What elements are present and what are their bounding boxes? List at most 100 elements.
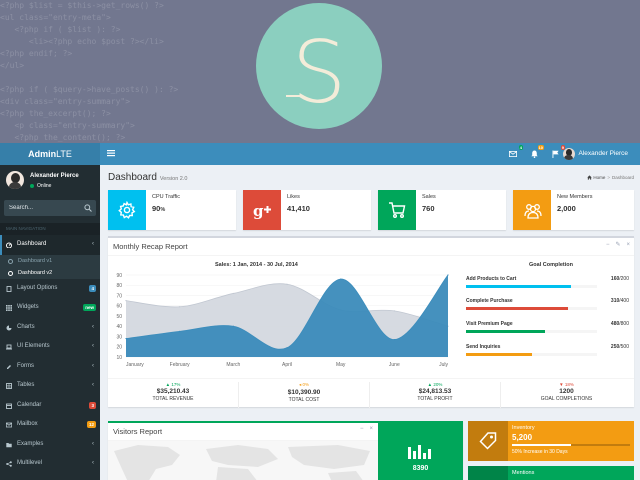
menu-badge: 4 (89, 284, 96, 292)
stat-percentage: ▲ 17% (165, 382, 181, 387)
notifications-button[interactable]: 10 (528, 145, 544, 160)
share-icon (6, 461, 12, 467)
top-navbar: AdminLTE 4 10 9 Alexander Pierce (0, 143, 640, 165)
sales-area-chart: 10 20 30 40 50 60 70 80 90 January February March Ap… (116, 273, 449, 368)
code-line: <?php $list = $this->get_rows() ?> (0, 1, 164, 10)
code-line: <?php the_content(); ?> (0, 133, 126, 142)
sidebar-item-charts[interactable]: Charts ‹ (0, 318, 100, 338)
sidebar-item-calendar[interactable]: Calendar 3 (0, 396, 100, 416)
sidebar-user-name: Alexander Pierce (30, 173, 79, 179)
brand-bold: Admin (28, 149, 57, 159)
sidebar-item-examples[interactable]: Examples ‹ (0, 435, 100, 455)
envelope-icon (6, 422, 12, 428)
x-tick-label: May (336, 362, 346, 368)
avatar (6, 171, 24, 189)
sidebar-item-label: Examples (17, 440, 44, 447)
hamburger-icon (107, 150, 115, 157)
stat-percentage: ▲ 20% (427, 382, 443, 387)
edit-icon (7, 364, 11, 369)
pie-chart-icon (6, 325, 12, 330)
google-plus-icon: g (253, 202, 271, 219)
sidebar-item-widgets[interactable]: Widgets new (0, 298, 100, 318)
page-title: Dashboard Version 2.0 (108, 172, 187, 183)
sidebar-item-ui-elements[interactable]: UI Elements ‹ (0, 337, 100, 357)
series-2-point (393, 338, 395, 341)
stat-amount: 1200 (559, 388, 574, 395)
sidebar-item-forms[interactable]: Forms ‹ (0, 357, 100, 377)
stat-total-revenue: ▲ 17% $35,210.43 TOTAL REVENUE (108, 382, 239, 408)
th-icon (6, 305, 12, 311)
sidebar-item-label: Forms (17, 362, 34, 369)
page-title-text: Dashboard (108, 172, 157, 183)
code-line: </ul> (0, 61, 25, 70)
sidebar-item-mailbox[interactable]: Mailbox 12 (0, 415, 100, 435)
goal-completion-title: Goal Completion (529, 262, 573, 268)
sidebar-item-label: Multilevel (17, 460, 43, 466)
hero-banner: <?php $list = $this->get_rows() ?> <ul cl… (0, 0, 640, 143)
stat-goal-completions: ▼ 18% 1200 GOAL COMPLETIONS (501, 382, 632, 408)
close-icon[interactable]: × (369, 426, 373, 432)
goal-progress-fill (466, 353, 532, 356)
stat-total-cost: ◂ 0% $10,390.90 TOTAL COST (239, 382, 370, 408)
home-icon (587, 175, 592, 180)
collapse-icon[interactable]: − (606, 242, 610, 248)
sidebar-subitem-dashboard-v1[interactable]: Dashboard v1 (0, 255, 100, 267)
goal-progress-fill (466, 285, 571, 288)
sidebar-item-dashboard[interactable]: Dashboard ‹ (0, 235, 100, 255)
code-line: <p class="entry-summary"> (0, 121, 135, 130)
wrench-icon[interactable]: ✎ (615, 242, 620, 248)
chevron-left-icon: ‹ (92, 241, 94, 247)
laptop-icon (6, 344, 12, 350)
chevron-left-icon: ‹ (92, 382, 94, 388)
gear-icon (118, 201, 136, 219)
info-box-cpu: CPU Traffic 90% (108, 190, 236, 230)
y-tick-label: 10 (116, 355, 122, 361)
user-status: Online (30, 183, 51, 189)
series-2-point (125, 337, 127, 340)
chevron-left-icon: ‹ (92, 362, 94, 369)
world-map[interactable] (108, 441, 378, 480)
info-box-icon-bg (378, 190, 416, 230)
stat-amount: $10,390.90 (287, 389, 321, 396)
search-icon[interactable] (84, 204, 92, 212)
mentions-label: Mentions (512, 470, 535, 476)
sidebar-item-layout-options[interactable]: Layout Options 4 (0, 279, 100, 299)
info-box-members: New Members 2,000 (513, 190, 634, 230)
sidebar-item-tables[interactable]: Tables ‹ (0, 376, 100, 396)
menu-badge: new (83, 304, 96, 311)
info-box-label: CPU Traffic (152, 194, 181, 200)
goal-label: Visit Premium Page (466, 321, 513, 327)
search-input[interactable] (4, 200, 84, 216)
close-icon[interactable]: × (626, 242, 630, 248)
goal-value: 250/500 (610, 344, 629, 350)
breadcrumb-home-link[interactable]: Home (593, 175, 605, 180)
sidebar-item-multilevel[interactable]: Multilevel ‹ (0, 454, 100, 474)
chevron-left-icon: ‹ (92, 440, 94, 447)
x-tick-label: January (126, 362, 144, 368)
series-1-point (393, 310, 395, 312)
circle-icon (8, 270, 13, 276)
goal-progress-bar (466, 285, 597, 288)
user-menu[interactable]: Alexander Pierce (562, 147, 628, 161)
y-tick-label: 90 (116, 273, 122, 279)
goal-progress-fill (466, 307, 568, 310)
messages-button[interactable]: 4 (507, 145, 523, 160)
tasks-button[interactable]: 9 (549, 145, 565, 160)
chevron-left-icon: ‹ (92, 323, 94, 330)
tag-icon (479, 432, 497, 450)
breadcrumb-current: Dashboard (611, 175, 634, 180)
logo-underscore (286, 95, 302, 97)
collapse-icon[interactable]: − (360, 426, 364, 432)
sparkline-bar-icon (408, 445, 431, 459)
monthly-recap-box: Monthly Recap Report − ✎ × Sales: 1 Jan, 2… (108, 236, 634, 408)
sidebar-toggle-button[interactable] (107, 149, 115, 157)
world-map-graphic (114, 445, 370, 480)
visits-value: 8390 (412, 465, 429, 472)
code-line: <?php if ( $query->have_posts() ): ?> (0, 85, 179, 94)
inventory-progress-bar (512, 444, 630, 446)
brand-logo[interactable]: AdminLTE (0, 143, 100, 165)
sidebar-subitem-dashboard-v2[interactable]: Dashboard v2 (0, 267, 100, 279)
goal-add-products: Add Products to Cart 160/200 (466, 276, 629, 292)
chevron-left-icon: ‹ (92, 343, 94, 349)
